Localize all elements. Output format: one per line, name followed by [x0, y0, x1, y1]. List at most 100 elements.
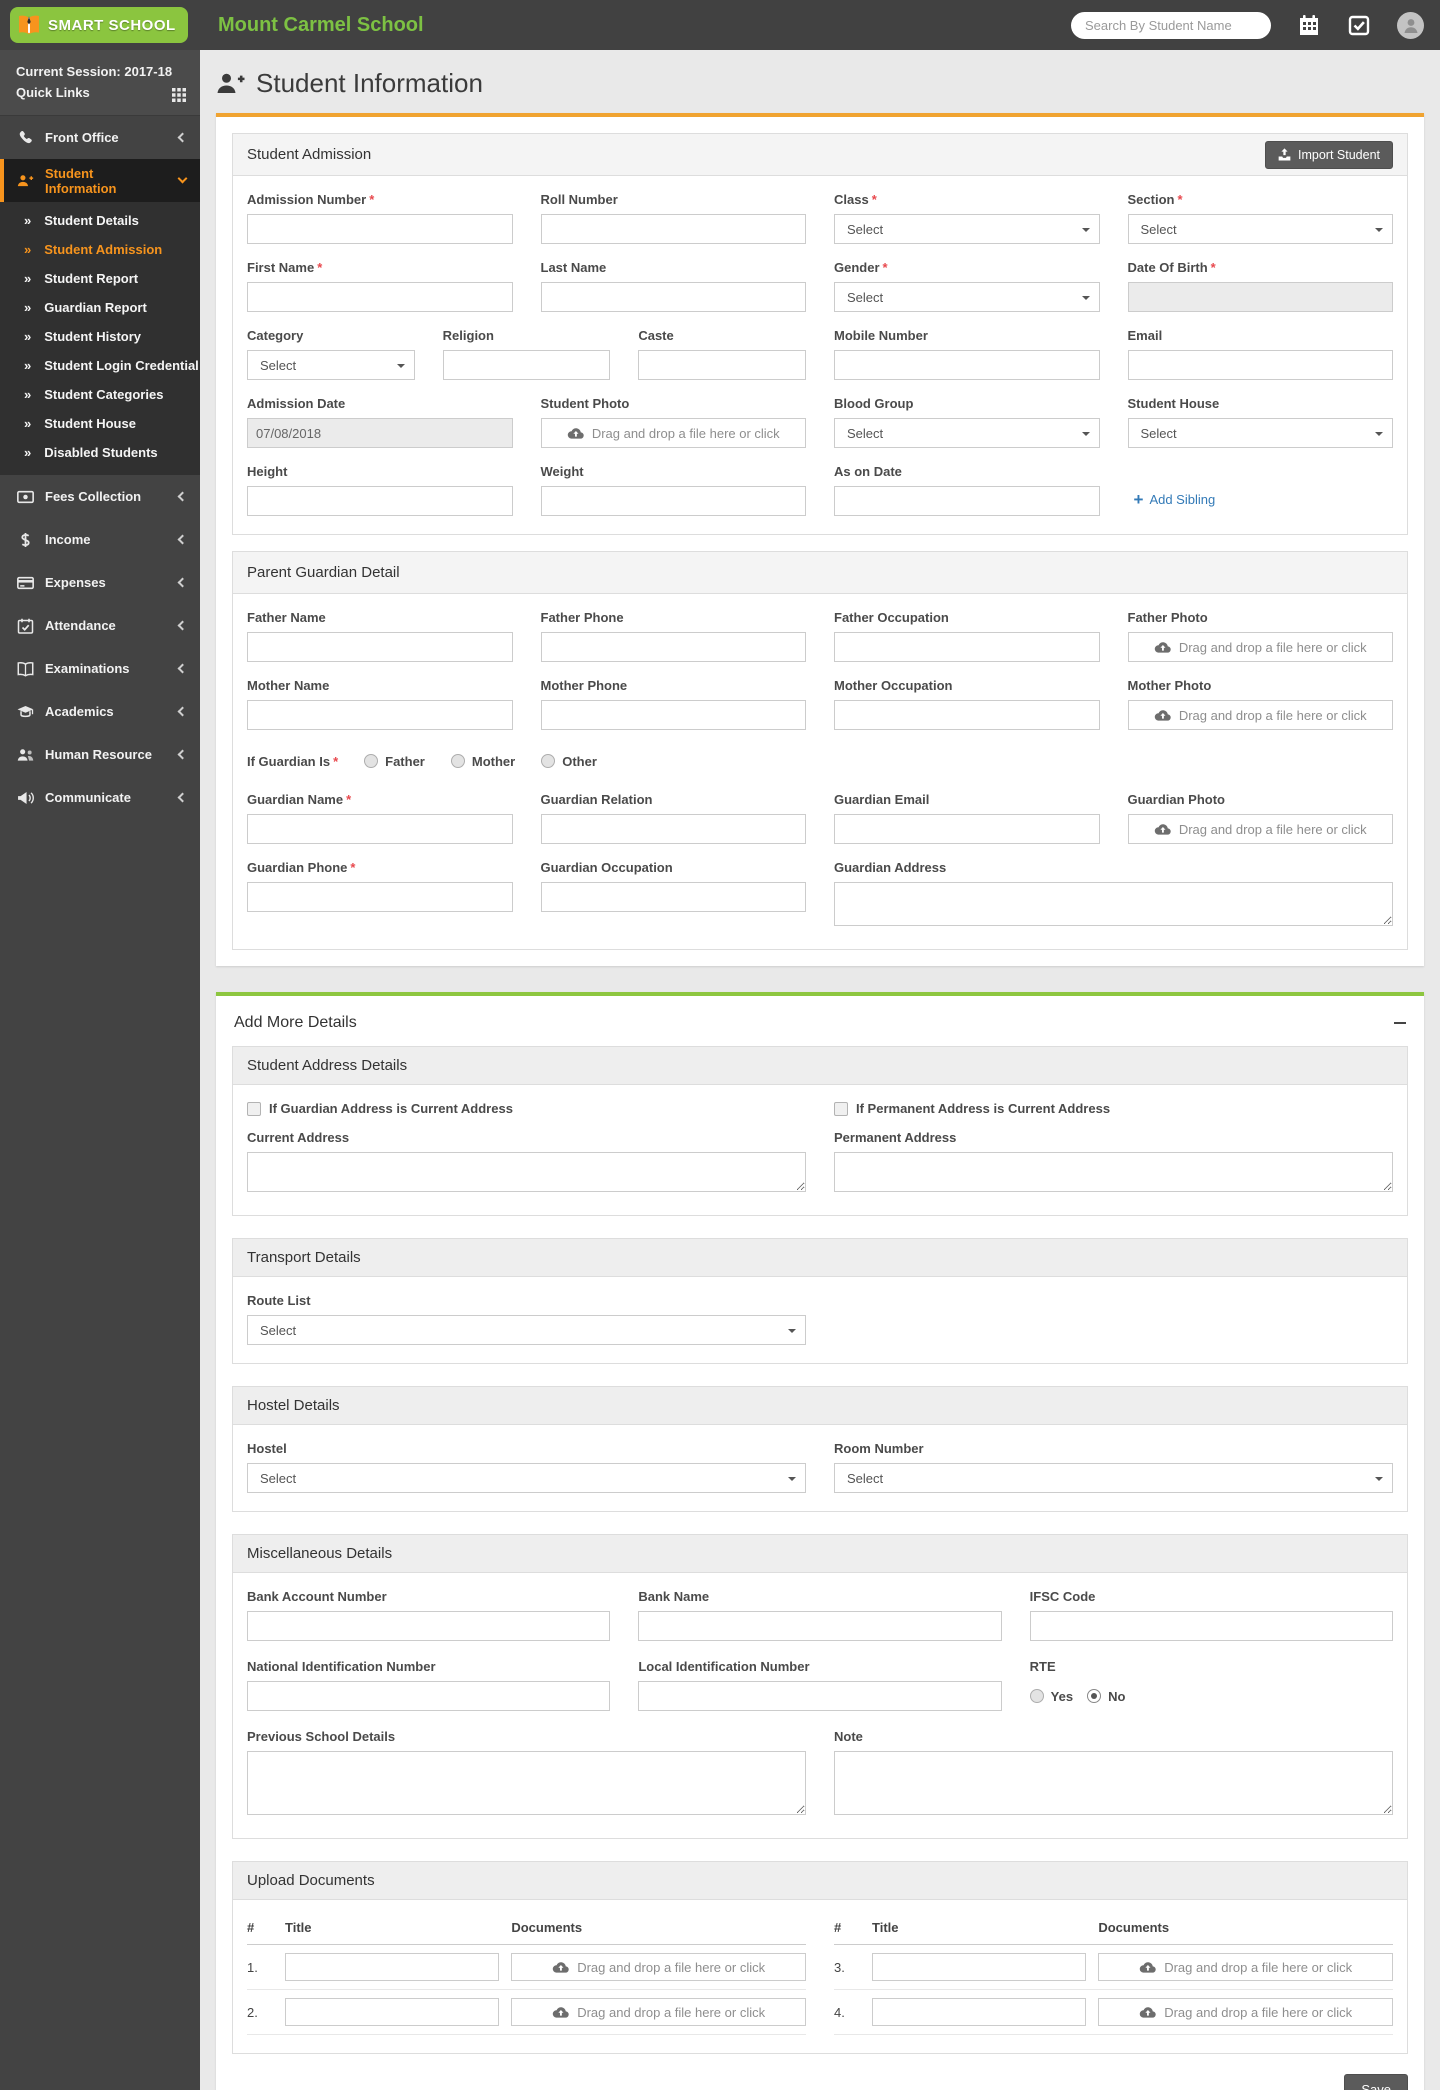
guardian-father-radio[interactable]: Father: [364, 754, 425, 769]
previous-school-input[interactable]: [247, 1751, 806, 1815]
father-name-input[interactable]: [247, 632, 513, 662]
save-button[interactable]: Save: [1344, 2074, 1408, 2090]
sidebar-item-disabled-students[interactable]: » Disabled Students: [0, 438, 200, 467]
class-select[interactable]: Select: [834, 214, 1100, 244]
gender-select[interactable]: Select: [834, 282, 1100, 312]
ifsc-code-input[interactable]: [1029, 1611, 1393, 1641]
caste-input[interactable]: [638, 350, 806, 380]
room-number-select[interactable]: Select: [834, 1463, 1393, 1493]
guardian-photo-dropzone[interactable]: Drag and drop a file here or click: [1127, 814, 1393, 844]
note-input[interactable]: [834, 1751, 1393, 1815]
search-input[interactable]: [1085, 17, 1261, 33]
radio-icon[interactable]: [364, 754, 379, 768]
bank-account-number-input[interactable]: [247, 1611, 611, 1641]
sidebar-item-guardian-report[interactable]: » Guardian Report: [0, 293, 200, 322]
father-phone-input[interactable]: [540, 632, 806, 662]
permanent-address-checkbox-row[interactable]: If Permanent Address is Current Address: [834, 1101, 1393, 1116]
mother-name-input[interactable]: [247, 700, 513, 730]
religion-input[interactable]: [442, 350, 611, 380]
category-select[interactable]: Select: [247, 350, 415, 380]
checkbox-icon[interactable]: [834, 1101, 848, 1116]
guardian-email-input[interactable]: [834, 814, 1100, 844]
current-address-input[interactable]: [247, 1152, 806, 1192]
import-student-button[interactable]: Import Student: [1265, 140, 1393, 169]
guardian-phone-input[interactable]: [247, 882, 513, 912]
guardian-name-input[interactable]: [247, 814, 513, 844]
guardian-address-input[interactable]: [834, 882, 1393, 926]
document-4-title-input[interactable]: [872, 1998, 1087, 2026]
guardian-relation-input[interactable]: [540, 814, 806, 844]
guardian-other-radio[interactable]: Other: [541, 754, 597, 769]
app-logo[interactable]: SMART SCHOOL: [0, 7, 200, 43]
admission-number-input[interactable]: [247, 214, 513, 244]
user-avatar[interactable]: [1397, 11, 1424, 39]
sidebar-item-student-admission[interactable]: » Student Admission: [0, 235, 200, 264]
grid-icon[interactable]: [172, 88, 186, 102]
email-input[interactable]: [1127, 350, 1393, 380]
date-of-birth-input[interactable]: [1127, 282, 1393, 312]
mother-photo-dropzone[interactable]: Drag and drop a file here or click: [1127, 700, 1393, 730]
sidebar-item-attendance[interactable]: Attendance: [0, 604, 200, 647]
section-select[interactable]: Select: [1127, 214, 1393, 244]
first-name-input[interactable]: [247, 282, 513, 312]
radio-icon-checked[interactable]: [1087, 1689, 1102, 1703]
student-photo-dropzone[interactable]: Drag and drop a file here or click: [540, 418, 806, 448]
sidebar-item-student-house[interactable]: » Student House: [0, 409, 200, 438]
weight-input[interactable]: [540, 486, 806, 516]
document-3-title-input[interactable]: [872, 1953, 1087, 1981]
mother-occupation-input[interactable]: [834, 700, 1100, 730]
sidebar-item-human-resource[interactable]: Human Resource: [0, 733, 200, 776]
national-id-input[interactable]: [247, 1681, 611, 1711]
sidebar-item-academics[interactable]: Academics: [0, 690, 200, 733]
tasks-icon[interactable]: [1347, 13, 1371, 37]
as-on-date-input[interactable]: [834, 486, 1100, 516]
sidebar-item-student-login-credential[interactable]: » Student Login Credential: [0, 351, 200, 380]
sidebar-item-student-categories[interactable]: » Student Categories: [0, 380, 200, 409]
sidebar-item-student-history[interactable]: » Student History: [0, 322, 200, 351]
admission-date-input[interactable]: [247, 418, 513, 448]
guardian-occupation-input[interactable]: [540, 882, 806, 912]
bank-name-input[interactable]: [638, 1611, 1002, 1641]
save-row: Save: [232, 2054, 1408, 2090]
add-sibling-link[interactable]: + Add Sibling: [1134, 491, 1216, 508]
document-1-title-input[interactable]: [285, 1953, 500, 1981]
sidebar-item-student-information[interactable]: Student Information: [0, 159, 200, 202]
father-photo-dropzone[interactable]: Drag and drop a file here or click: [1127, 632, 1393, 662]
sidebar-item-student-report[interactable]: » Student Report: [0, 264, 200, 293]
radio-icon[interactable]: [450, 754, 465, 768]
document-1-dropzone[interactable]: Drag and drop a file here or click: [511, 1953, 806, 1981]
radio-icon[interactable]: [1029, 1689, 1044, 1703]
roll-number-input[interactable]: [540, 214, 806, 244]
calendar-icon[interactable]: [1297, 13, 1321, 37]
rte-yes-radio[interactable]: Yes: [1029, 1689, 1073, 1704]
guardian-address-checkbox-row[interactable]: If Guardian Address is Current Address: [247, 1101, 806, 1116]
checkbox-icon[interactable]: [247, 1101, 261, 1116]
permanent-address-input[interactable]: [834, 1152, 1393, 1192]
student-house-select[interactable]: Select: [1127, 418, 1393, 448]
route-list-select[interactable]: Select: [247, 1315, 806, 1345]
document-2-dropzone[interactable]: Drag and drop a file here or click: [511, 1998, 806, 2026]
rte-no-radio[interactable]: No: [1087, 1689, 1125, 1704]
document-2-title-input[interactable]: [285, 1998, 500, 2026]
mobile-number-input[interactable]: [834, 350, 1100, 380]
sidebar-item-expenses[interactable]: Expenses: [0, 561, 200, 604]
hostel-select[interactable]: Select: [247, 1463, 806, 1493]
last-name-input[interactable]: [540, 282, 806, 312]
sidebar-item-front-office[interactable]: Front Office: [0, 116, 200, 159]
collapse-minus-icon[interactable]: [1394, 1022, 1406, 1024]
height-input[interactable]: [247, 486, 513, 516]
sidebar-item-communicate[interactable]: Communicate: [0, 776, 200, 819]
document-4-dropzone[interactable]: Drag and drop a file here or click: [1098, 1998, 1393, 2026]
father-occupation-input[interactable]: [834, 632, 1100, 662]
radio-icon[interactable]: [541, 754, 556, 768]
quick-links[interactable]: Quick Links: [16, 82, 184, 103]
sidebar-item-student-details[interactable]: » Student Details: [0, 206, 200, 235]
blood-group-select[interactable]: Select: [834, 418, 1100, 448]
local-id-input[interactable]: [638, 1681, 1002, 1711]
guardian-mother-radio[interactable]: Mother: [450, 754, 515, 769]
sidebar-item-income[interactable]: Income: [0, 518, 200, 561]
sidebar-item-fees-collection[interactable]: Fees Collection: [0, 475, 200, 518]
document-3-dropzone[interactable]: Drag and drop a file here or click: [1098, 1953, 1393, 1981]
mother-phone-input[interactable]: [540, 700, 806, 730]
sidebar-item-examinations[interactable]: Examinations: [0, 647, 200, 690]
